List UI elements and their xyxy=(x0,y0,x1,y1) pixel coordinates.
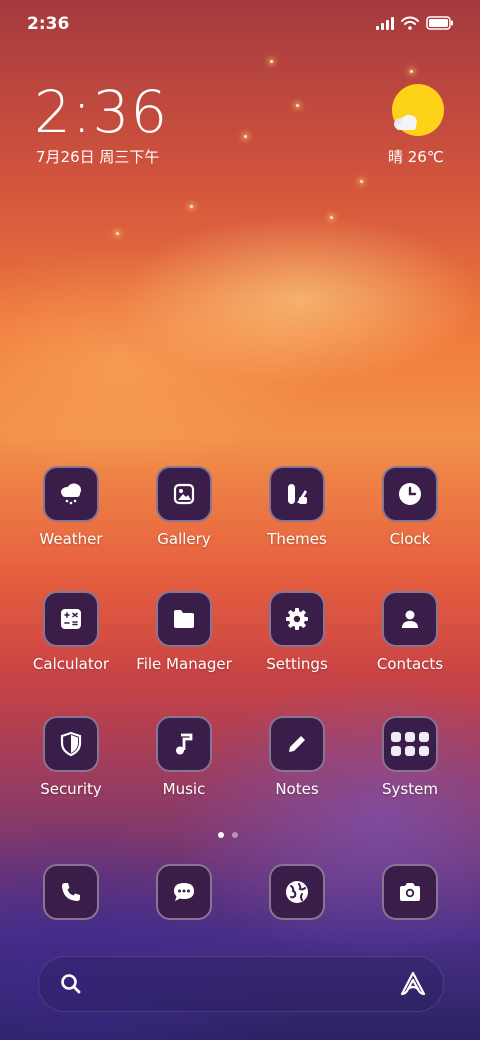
star-decoration xyxy=(296,104,299,107)
star-decoration xyxy=(244,135,247,138)
gallery-icon xyxy=(156,466,212,522)
app-weather[interactable]: Weather xyxy=(16,466,126,548)
battery-icon xyxy=(426,16,453,30)
music-note-icon xyxy=(156,716,212,772)
app-label: Themes xyxy=(267,530,327,548)
gear-icon xyxy=(269,591,325,647)
app-label: Security xyxy=(40,780,102,798)
page-dot xyxy=(232,832,238,838)
star-decoration xyxy=(116,232,119,235)
person-icon xyxy=(382,591,438,647)
clock-widget-time[interactable]: 2:36 xyxy=(34,78,168,146)
dock-browser[interactable] xyxy=(242,864,352,920)
folder-icon xyxy=(156,591,212,647)
wifi-icon xyxy=(401,16,419,30)
page-dot-active xyxy=(218,832,224,838)
search-icon[interactable] xyxy=(59,972,83,996)
search-bar[interactable] xyxy=(38,956,444,1012)
dock-phone[interactable] xyxy=(16,864,126,920)
clock-widget-date: 7月26日 周三下午 xyxy=(36,148,160,166)
app-label: Music xyxy=(162,780,206,798)
app-label: System xyxy=(382,780,438,798)
weather-icon xyxy=(43,466,99,522)
app-themes[interactable]: Themes xyxy=(242,466,352,548)
calculator-icon xyxy=(43,591,99,647)
app-label: Contacts xyxy=(376,655,444,673)
app-music[interactable]: Music xyxy=(129,716,239,798)
app-label: Clock xyxy=(389,530,431,548)
dock-camera[interactable] xyxy=(355,864,465,920)
app-notes[interactable]: Notes xyxy=(242,716,352,798)
star-decoration xyxy=(330,216,333,219)
assistant-icon[interactable] xyxy=(399,970,427,998)
status-time: 2:36 xyxy=(27,14,70,34)
app-system-folder[interactable]: System xyxy=(355,716,465,798)
app-label: Notes xyxy=(275,780,319,798)
star-decoration xyxy=(360,180,363,183)
message-icon xyxy=(156,864,212,920)
status-bar: 2:36 xyxy=(0,0,480,52)
app-security[interactable]: Security xyxy=(16,716,126,798)
app-contacts[interactable]: Contacts xyxy=(355,591,465,673)
shield-icon xyxy=(43,716,99,772)
status-icons xyxy=(376,16,454,30)
themes-icon xyxy=(269,466,325,522)
dock-messages[interactable] xyxy=(129,864,239,920)
signal-icon xyxy=(376,16,394,30)
app-label: Calculator xyxy=(32,655,110,673)
app-settings[interactable]: Settings xyxy=(242,591,352,673)
app-gallery[interactable]: Gallery xyxy=(129,466,239,548)
star-decoration xyxy=(410,70,413,73)
home-screen: 2:36 2:36 7月26日 周三下午 晴 26℃ Weather Galle… xyxy=(0,0,480,1040)
star-decoration xyxy=(270,60,273,63)
weather-text: 晴 26℃ xyxy=(388,148,444,166)
camera-icon xyxy=(382,864,438,920)
phone-icon xyxy=(43,864,99,920)
app-file-manager[interactable]: File Manager xyxy=(129,591,239,673)
pencil-icon xyxy=(269,716,325,772)
page-indicator[interactable] xyxy=(218,832,238,838)
folder-grid-icon xyxy=(382,716,438,772)
star-decoration xyxy=(190,205,193,208)
browser-globe-icon xyxy=(269,864,325,920)
app-calculator[interactable]: Calculator xyxy=(16,591,126,673)
app-label: Weather xyxy=(39,530,103,548)
app-clock[interactable]: Clock xyxy=(355,466,465,548)
app-label: Gallery xyxy=(157,530,211,548)
app-label: Settings xyxy=(266,655,328,673)
clock-icon xyxy=(382,466,438,522)
cloud-icon xyxy=(394,115,417,130)
app-label: File Manager xyxy=(136,655,232,673)
